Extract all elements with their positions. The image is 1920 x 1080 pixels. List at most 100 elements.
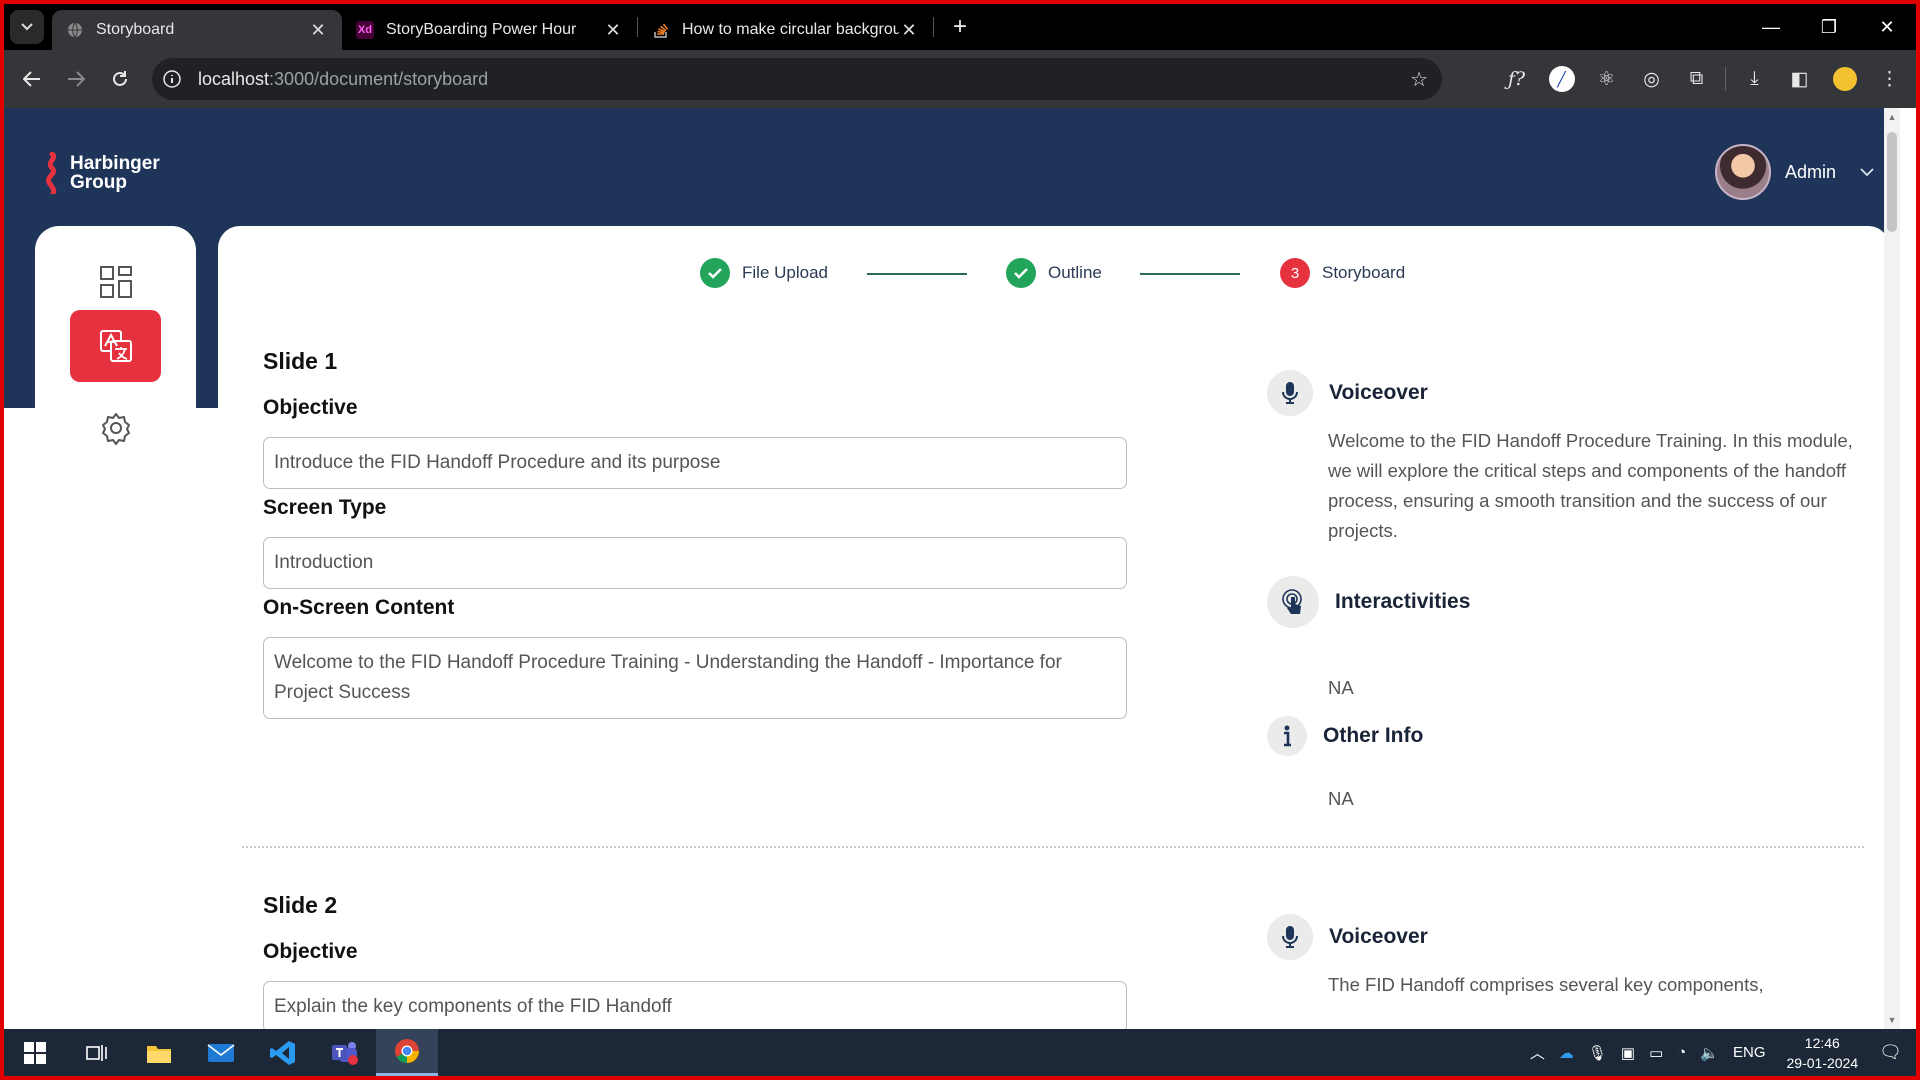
address-url: localhost:3000/document/storyboard xyxy=(198,69,488,90)
user-menu[interactable]: Admin xyxy=(1714,144,1874,200)
chevron-up-icon[interactable]: ︿ xyxy=(1523,1042,1552,1063)
pen-extension-icon[interactable]: ╱ xyxy=(1539,58,1584,100)
mail-icon[interactable] xyxy=(190,1029,252,1076)
formula-extension-icon[interactable]: ƒ? xyxy=(1494,58,1539,100)
clock[interactable]: 12:46 29-01-2024 xyxy=(1773,1033,1873,1073)
step-label: Outline xyxy=(1048,263,1102,282)
teams-icon[interactable] xyxy=(314,1029,376,1076)
stackoverflow-icon xyxy=(652,21,670,39)
sidebar-item-translate[interactable] xyxy=(70,310,161,382)
microphone-tray-icon[interactable]: 🎙 xyxy=(1581,1044,1614,1062)
tab-title: Storyboard xyxy=(96,21,175,38)
onedrive-cloud-icon[interactable]: ☁ xyxy=(1552,1044,1581,1062)
tab-circular-background[interactable]: How to make circular backgrou ✕ xyxy=(638,10,933,50)
voiceover-header: Voiceover xyxy=(1267,914,1428,960)
step-storyboard[interactable]: 3 Storyboard xyxy=(1280,258,1405,288)
new-tab-button[interactable]: + xyxy=(942,13,978,41)
site-info-icon[interactable] xyxy=(152,70,192,88)
progress-stepper: File Upload Outline 3 Storyboard xyxy=(218,258,1890,288)
screen-type-value: Introduction xyxy=(274,552,374,573)
tab-title: StoryBoarding Power Hour xyxy=(386,21,577,38)
check-icon xyxy=(1006,258,1036,288)
interactivities-label: Interactivities xyxy=(1335,590,1471,613)
voiceover-text: The FID Handoff comprises several key co… xyxy=(1328,974,1764,995)
step-outline[interactable]: Outline xyxy=(1006,258,1102,288)
display-icon[interactable]: ▣ xyxy=(1614,1044,1642,1062)
puzzle-extensions-icon[interactable]: ⧉ xyxy=(1674,58,1719,100)
step-connector xyxy=(867,273,967,275)
sidebar xyxy=(35,226,196,1029)
objective-label: Objective xyxy=(263,940,358,963)
vscode-icon[interactable] xyxy=(252,1029,314,1076)
check-icon xyxy=(700,258,730,288)
target-extension-icon[interactable]: ◎ xyxy=(1629,58,1674,100)
logo-line1: Harbinger xyxy=(70,153,160,174)
voiceover-header: Voiceover xyxy=(1267,370,1428,416)
task-view-icon[interactable] xyxy=(66,1029,128,1076)
objective-field[interactable]: Explain the key components of the FID Ha… xyxy=(263,981,1127,1029)
on-screen-content-label: On-Screen Content xyxy=(263,596,455,619)
download-icon[interactable]: ⤓ xyxy=(1732,58,1777,100)
tab-separator xyxy=(933,17,934,37)
language-indicator[interactable]: ENG xyxy=(1726,1044,1773,1061)
profile-avatar-icon[interactable] xyxy=(1822,58,1867,100)
reload-button[interactable] xyxy=(98,57,142,101)
objective-label: Objective xyxy=(263,396,358,419)
step-label: Storyboard xyxy=(1322,263,1406,282)
file-explorer-icon[interactable] xyxy=(128,1029,190,1076)
gear-icon xyxy=(101,413,130,445)
storyboard-card: File Upload Outline 3 Storyboard Slide 1… xyxy=(218,226,1890,1029)
bookmark-star-icon[interactable]: ☆ xyxy=(1410,67,1428,92)
side-panel-icon[interactable]: ◧ xyxy=(1777,58,1822,100)
objective-value: Explain the key components of the FID Ha… xyxy=(274,996,672,1017)
interactivities-value: NA xyxy=(1328,677,1354,698)
other-info-label: Other Info xyxy=(1323,724,1424,747)
page-scrollbar[interactable]: ▲ ▼ xyxy=(1884,108,1900,1029)
react-devtools-icon[interactable]: ⚛ xyxy=(1584,58,1629,100)
objective-field[interactable]: Introduce the FID Handoff Procedure and … xyxy=(263,437,1127,489)
other-info-value: NA xyxy=(1328,788,1354,809)
scrollbar-thumb[interactable] xyxy=(1887,132,1897,232)
windows-start-icon[interactable] xyxy=(4,1029,66,1076)
scroll-up-arrow-icon[interactable]: ▲ xyxy=(1886,112,1898,122)
sidebar-item-dashboard[interactable] xyxy=(70,246,161,318)
objective-value: Introduce the FID Handoff Procedure and … xyxy=(274,452,721,473)
info-icon xyxy=(1267,716,1307,756)
browser-tab-bar: Storyboard ✕ Xd StoryBoarding Power Hour… xyxy=(4,4,1916,50)
slide-title: Slide 1 xyxy=(263,348,338,374)
arrow-right-icon xyxy=(68,71,85,87)
volume-icon[interactable]: 🔈 xyxy=(1693,1044,1726,1062)
voiceover-label: Voiceover xyxy=(1329,381,1428,404)
tab-close-icon[interactable]: ✕ xyxy=(603,20,623,41)
tab-close-icon[interactable]: ✕ xyxy=(308,20,328,41)
forward-button[interactable] xyxy=(54,57,98,101)
battery-icon[interactable]: ▭ xyxy=(1642,1044,1670,1062)
restore-icon[interactable]: ❐ xyxy=(1800,4,1858,50)
tab-storyboard[interactable]: Storyboard ✕ xyxy=(52,10,342,50)
on-screen-content-field[interactable]: Welcome to the FID Handoff Procedure Tra… xyxy=(263,637,1127,719)
chrome-icon[interactable] xyxy=(376,1029,438,1076)
wifi-icon[interactable]: ◔ xyxy=(1670,1044,1693,1061)
notifications-icon[interactable]: 🗨 xyxy=(1872,1042,1916,1063)
step-file-upload[interactable]: File Upload xyxy=(700,258,828,288)
back-button[interactable] xyxy=(10,57,54,101)
windows-taskbar: ︿ ☁ 🎙 ▣ ▭ ◔ 🔈 ENG 12:46 29-01-2024 🗨 xyxy=(4,1029,1916,1076)
app-viewport: Harbinger Group Admin File Upload Outlin… xyxy=(4,108,1900,1029)
browser-menu-icon[interactable]: ⋮ xyxy=(1867,58,1912,100)
sidebar-item-settings[interactable] xyxy=(70,392,161,464)
interactivities-header: Interactivities xyxy=(1267,576,1470,628)
reload-icon xyxy=(113,71,127,86)
minimize-icon[interactable]: — xyxy=(1742,4,1800,50)
extensions-area: ƒ? ╱ ⚛ ◎ ⧉ ⤓ ◧ ⋮ xyxy=(1494,58,1912,100)
scroll-down-arrow-icon[interactable]: ▼ xyxy=(1886,1015,1898,1025)
translate-icon xyxy=(99,330,132,362)
slide-divider xyxy=(242,846,1864,848)
tab-power-hour[interactable]: Xd StoryBoarding Power Hour ✕ xyxy=(342,10,637,50)
tab-search-button[interactable] xyxy=(10,10,44,44)
address-bar[interactable]: localhost:3000/document/storyboard ☆ xyxy=(152,58,1442,100)
tab-close-icon[interactable]: ✕ xyxy=(899,20,919,41)
screen-type-field[interactable]: Introduction xyxy=(263,537,1127,589)
step-label: File Upload xyxy=(742,263,828,282)
close-window-icon[interactable]: ✕ xyxy=(1858,4,1916,50)
chevron-down-icon xyxy=(1860,164,1874,180)
